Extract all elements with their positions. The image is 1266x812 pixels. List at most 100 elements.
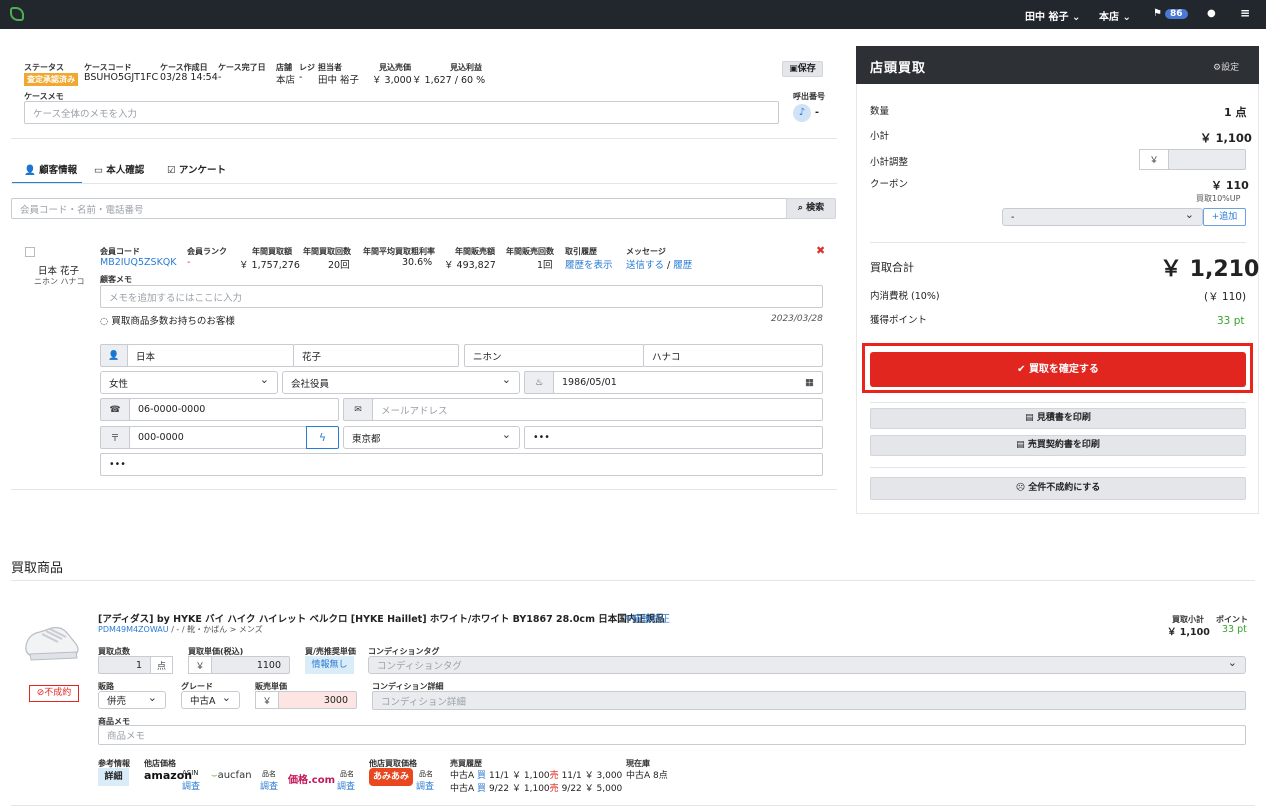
grade-select[interactable]: 中古A <box>181 691 240 709</box>
customer-kana: ニホン ハナコ <box>34 277 85 286</box>
avg-margin: 30.6% <box>402 257 433 268</box>
customer-search-placeholder: 会員コード・名前・電話番号 <box>20 204 144 216</box>
confirm-purchase-button[interactable]: ✔ 買取を確定する <box>870 352 1246 387</box>
kakaku-research-link[interactable]: 調査 <box>337 779 355 792</box>
last-name-input[interactable]: 日本 <box>127 344 294 367</box>
trade-history-row: 中古A 買 9/22 ￥ 1,100売 9/22 ￥ 5,000 <box>450 784 623 794</box>
address2-input[interactable]: ••• <box>100 453 823 476</box>
expected-price: ￥ 3,000 <box>372 75 412 86</box>
pencil-icon: ✎ <box>624 614 632 625</box>
zip-lookup-bolt-icon[interactable]: ϟ <box>306 426 339 449</box>
prefecture-select[interactable]: 東京都 <box>343 426 520 449</box>
save-icon: ▣ <box>789 64 798 74</box>
other-store-price-label: 他店価格 <box>144 759 176 768</box>
total-label: 買取合計 <box>870 261 914 274</box>
sale-price-input[interactable]: 3000 <box>278 691 357 709</box>
email-input[interactable]: メールアドレス <box>372 398 823 421</box>
zip-input[interactable]: 000-0000 <box>129 426 307 449</box>
app-logo-icon[interactable] <box>10 7 24 21</box>
close-icon[interactable]: ✖ <box>816 244 825 257</box>
bell-icon[interactable]: ♪ <box>793 104 811 122</box>
case-staff: 田中 裕子 <box>318 75 360 86</box>
amiami-research-link[interactable]: 調査 <box>416 779 434 792</box>
print-estimate-button[interactable]: ▤ 見積書を印刷 <box>870 408 1246 429</box>
trade-history-row: 中古A 買 11/1 ￥ 1,100売 11/1 ￥ 3,000 <box>450 771 623 781</box>
show-history-link[interactable]: 履歴を表示 <box>565 257 613 271</box>
item-unit-price-input[interactable]: 1100 <box>211 656 290 674</box>
email-placeholder: メールアドレス <box>381 405 448 417</box>
confirm-purchase-label: 買取を確定する <box>1028 364 1099 375</box>
member-code-link[interactable]: MB2IUQ5ZSKQK <box>100 257 177 268</box>
item-qty-input[interactable]: 1 <box>98 656 151 674</box>
condition-detail-placeholder: コンディション詳細 <box>381 696 466 708</box>
reject-item-button[interactable]: ⊘不成約 <box>29 685 79 702</box>
tab-identity[interactable]: ▭ 本人確認 <box>94 162 144 176</box>
status-label: ステータス <box>24 63 64 72</box>
tax-value: (￥ 110) <box>1204 291 1247 303</box>
panel-header: 店頭買取 ⚙設定 <box>856 46 1259 84</box>
annual-sales: ￥ 493,827 <box>444 260 496 271</box>
message-history-link[interactable]: 履歴 <box>673 260 692 271</box>
edit-info-link[interactable]: ✎情報修正 <box>624 611 670 625</box>
customer-search-input[interactable]: 会員コード・名前・電話番号 <box>11 198 787 219</box>
birthday-input[interactable]: 1986/05/01 ▦ <box>553 371 823 394</box>
case-completed-label: ケース完了日 <box>218 63 266 72</box>
store-menu[interactable]: 本店 ⌄ <box>1099 8 1131 23</box>
reject-all-button[interactable]: ☹ 全件不成約にする <box>870 477 1246 500</box>
panel-settings-label: 設定 <box>1221 63 1240 73</box>
customer-note-date: 2023/03/28 <box>771 314 823 324</box>
save-button[interactable]: ▣保存 <box>782 61 823 77</box>
condition-tag-select[interactable]: コンディションタグ <box>368 656 1246 674</box>
hamburger-menu-icon[interactable]: ≡ <box>1240 6 1250 20</box>
aucfan-research-link[interactable]: 調査 <box>260 779 278 792</box>
print-contract-button[interactable]: ▤ 売買契約書を印刷 <box>870 435 1246 456</box>
user-menu[interactable]: 田中 裕子 ⌄ <box>1025 8 1080 23</box>
chat-icon[interactable]: ● <box>1207 8 1216 19</box>
person-icon: 👤 <box>100 344 128 367</box>
first-name-input[interactable]: 花子 <box>293 344 459 367</box>
channel-value: 併売 <box>107 696 127 707</box>
amazon-research-link[interactable]: 調査 <box>182 779 200 792</box>
notifications-menu[interactable]: ⚑ 86 <box>1153 8 1188 19</box>
grade-value: 中古A <box>190 696 216 707</box>
condition-detail-input[interactable]: コンディション詳細 <box>372 691 1246 710</box>
tab-survey[interactable]: ☑ アンケート <box>167 162 226 176</box>
coupon-select[interactable]: - <box>1002 208 1203 226</box>
last-kana-input[interactable]: ニホン <box>464 344 644 367</box>
coupon-add-button[interactable]: +追加 <box>1203 208 1246 226</box>
case-memo-input[interactable]: ケース全体のメモを入力 <box>24 101 779 124</box>
gender-select[interactable]: 女性 <box>100 371 278 394</box>
user-name: 田中 裕子 <box>1025 12 1069 23</box>
id-card-icon: ▭ <box>94 165 103 176</box>
customer-memo-input[interactable]: メモを追加するにはここに入力 <box>100 285 823 308</box>
panel-title: 店頭買取 <box>870 61 927 76</box>
subtotal-adjust-input[interactable] <box>1168 149 1246 170</box>
item-points: 33 pt <box>1222 624 1247 635</box>
store-name: 本店 <box>1099 12 1119 23</box>
customer-search-button[interactable]: ⌕ 検索 <box>786 198 836 219</box>
subtotal-value: ￥ 1,100 <box>1200 131 1252 145</box>
tax-label: 内消費税 (10%) <box>870 291 940 302</box>
calendar-icon[interactable]: ▦ <box>805 377 814 388</box>
channel-select[interactable]: 併売 <box>98 691 166 709</box>
item-memo-input[interactable]: 商品メモ <box>98 725 1246 745</box>
zip-value: 000-0000 <box>138 432 184 443</box>
tab-customer-info[interactable]: 👤 顧客情報 <box>12 154 82 184</box>
job-select[interactable]: 会社役員 <box>282 371 520 394</box>
annual-buy-count: 20回 <box>328 260 350 271</box>
address1-input[interactable]: ••• <box>524 426 823 449</box>
send-message-link[interactable]: 送信する <box>626 260 664 271</box>
last-kana-value: ニホン <box>473 351 502 363</box>
customer-note: 買取商品多数お持ちのお客様 <box>111 316 235 327</box>
customer-memo-label: 顧客メモ <box>100 275 132 284</box>
panel-settings-link[interactable]: ⚙設定 <box>1213 60 1239 73</box>
detail-button[interactable]: 詳細 <box>98 768 129 786</box>
item-code-link[interactable]: PDM49M4ZOWAU <box>98 625 169 634</box>
phone-input[interactable]: 06-0000-0000 <box>129 398 339 421</box>
item-memo-placeholder: 商品メモ <box>107 731 146 742</box>
items-section-title: 買取商品 <box>11 561 64 576</box>
coupon-select-value: - <box>1011 211 1015 223</box>
birthday-cake-icon: ♨ <box>524 371 554 394</box>
points-value: 33 pt <box>1217 315 1245 327</box>
first-kana-input[interactable]: ハナコ <box>643 344 823 367</box>
